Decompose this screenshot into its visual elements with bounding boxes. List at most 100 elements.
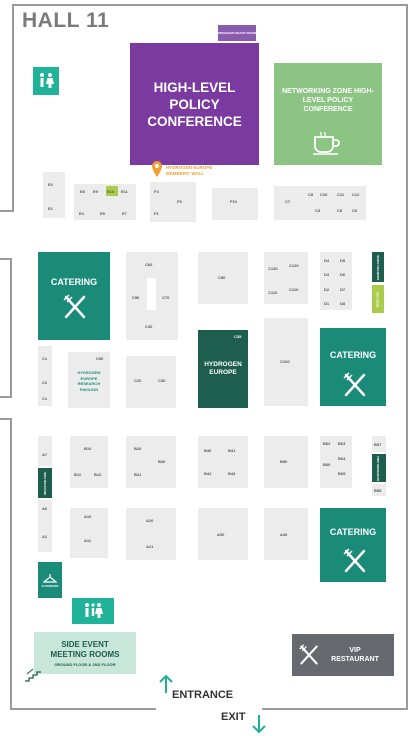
restroom-icon [72,598,114,624]
hall-wall-bottom-left [10,708,156,710]
vertical-zone-label: NETWORKING AREA [377,455,381,481]
stand-label: C6 [352,208,358,213]
policy-conference-label: HIGH-LEVEL POLICY CONFERENCE [147,79,242,129]
stand-label: B20 [134,446,142,451]
stand-label: C35 [234,334,242,339]
stand-label: E9 [93,189,98,194]
arrow-up-icon [159,674,173,693]
stand-f10[interactable] [212,188,258,220]
exit-label[interactable]: EXIT [221,711,245,723]
research-pavilion-label: HYDROGEN EUROPE RESEARCH PAVILION [77,370,101,392]
side-event-subtitle: GROUND FLOOR & 2ND FLOOR [54,661,116,667]
hall-wall-left-mid-b [0,396,12,398]
cloakroom[interactable]: CLOAKROOM [38,562,62,598]
vertical-zone-1[interactable]: EXHIBITOR LOUNGE [372,252,384,282]
stand-label: A40 [280,532,288,537]
stand-label: F4 [154,189,159,194]
stand-label: E7 [122,211,127,216]
stand-label: E2 [48,182,53,187]
speakers-ready-room[interactable]: SPEAKERS READY ROOM [218,25,256,41]
stand-label: B43 [228,471,236,476]
stand-label: B41 [228,448,236,453]
stand-label: B65 [338,471,346,476]
stand-label: B57 [374,442,382,447]
fork-knife-icon [343,548,366,573]
stand-a7[interactable] [38,436,52,466]
stand-label: C90 [96,356,104,361]
stand-label: C2 [42,380,48,385]
stand-label: C50 [132,295,140,300]
hall-wall-right [406,4,408,710]
stand-label: B40 [204,448,212,453]
stand-label: B50 [280,459,288,464]
policy-conference-room[interactable]: HIGH-LEVEL POLICY CONFERENCE [130,43,259,165]
stand-label: C110 [289,287,299,292]
vertical-zone-label: MEDIA ZONE [376,291,380,307]
stand-label: F5 [177,199,182,204]
stand-label: A21 [146,544,154,549]
stand-label: C70 [162,295,170,300]
vertical-zone-label: EXHIBITOR LOUNGE [376,254,380,280]
stand-b40-block[interactable] [198,436,248,488]
stand-a20-block[interactable] [126,508,176,560]
stand-label: E10 [107,189,115,194]
entrance-label[interactable]: ENTRANCE [172,689,233,701]
catering-label: CATERING [50,277,98,287]
side-event-title: SIDE EVENT MEETING ROOMS [50,639,120,659]
stand-label: B64 [338,456,346,461]
catering-label: CATERING [329,527,377,537]
networking-zone[interactable]: NETWORKING ZONE HIGH-LEVEL POLICY CONFER… [274,63,382,165]
stand-label: C80 [218,275,226,280]
networking-zone-label: NETWORKING ZONE HIGH-LEVEL POLICY CONFER… [282,87,374,113]
stand-label: D3 [324,272,330,277]
stand-label: B12 [94,472,102,477]
stand-label: D4 [324,258,330,263]
hall-title: HALL 11 [22,9,110,32]
catering-label: CATERING [329,350,377,360]
stand-label: B30 [158,459,166,464]
stand-label: A6 [42,506,48,511]
side-event-meeting-rooms[interactable]: SIDE EVENT MEETING ROOMS GROUND FLOOR & … [34,632,136,674]
stand-label: C40 [145,324,153,329]
cloakroom-label: CLOAKROOM [41,584,59,588]
stand-label: A10 [84,514,92,519]
members-wall-label[interactable]: HYDROGEN EUROPE MEMBERS' WALL [166,165,236,177]
fork-knife-icon [343,372,366,397]
stand-label: B42 [204,471,212,476]
stand-label: B10 [84,446,92,451]
stand-label: A30 [217,532,225,537]
stand-label: A11 [84,538,92,543]
arrow-down-icon [252,715,266,734]
hall-wall-stub [0,210,14,212]
stand-label: A20 [146,518,154,523]
hydrogen-europe-stand[interactable]: HYDROGEN EUROPE [198,330,248,408]
vertical-zone-4[interactable]: NETWORKING AREA [372,454,386,482]
stand-label: C7 [285,199,291,204]
vertical-zone-2[interactable]: MEDIA ZONE [372,285,384,313]
vip-restaurant-label: VIP RESTAURANT [331,647,379,663]
stand-label: C100 [280,359,290,364]
stand-label: B11 [74,472,82,477]
stand-label: C5 [337,208,343,213]
stand-f-block[interactable] [150,182,196,222]
stand-label: A1 [42,534,48,539]
stand-label: A7 [42,452,48,457]
restroom-icon [33,67,59,95]
stand-label: C8 [308,192,314,197]
stand-label: D5 [340,258,346,263]
vertical-zone-label: INNOVATION ZONE [43,471,47,495]
hall-wall-left-bottom [10,418,12,710]
stand-label: D2 [324,287,330,292]
stand-label: E4 [79,211,84,216]
stand-label: C60 [145,262,153,267]
stand-label: C10 [320,192,328,197]
stand-b20-block[interactable] [126,436,176,488]
stand-b10-block[interactable] [70,436,108,488]
stand-label: D1 [324,301,330,306]
hall-wall-left-top [12,4,14,212]
vertical-zone-3[interactable]: INNOVATION ZONE [38,468,52,498]
stand-label: C1 [42,356,48,361]
stand-c130-block[interactable] [264,252,308,304]
fork-knife-icon [63,294,86,319]
stand-e2-e1[interactable] [43,172,65,218]
